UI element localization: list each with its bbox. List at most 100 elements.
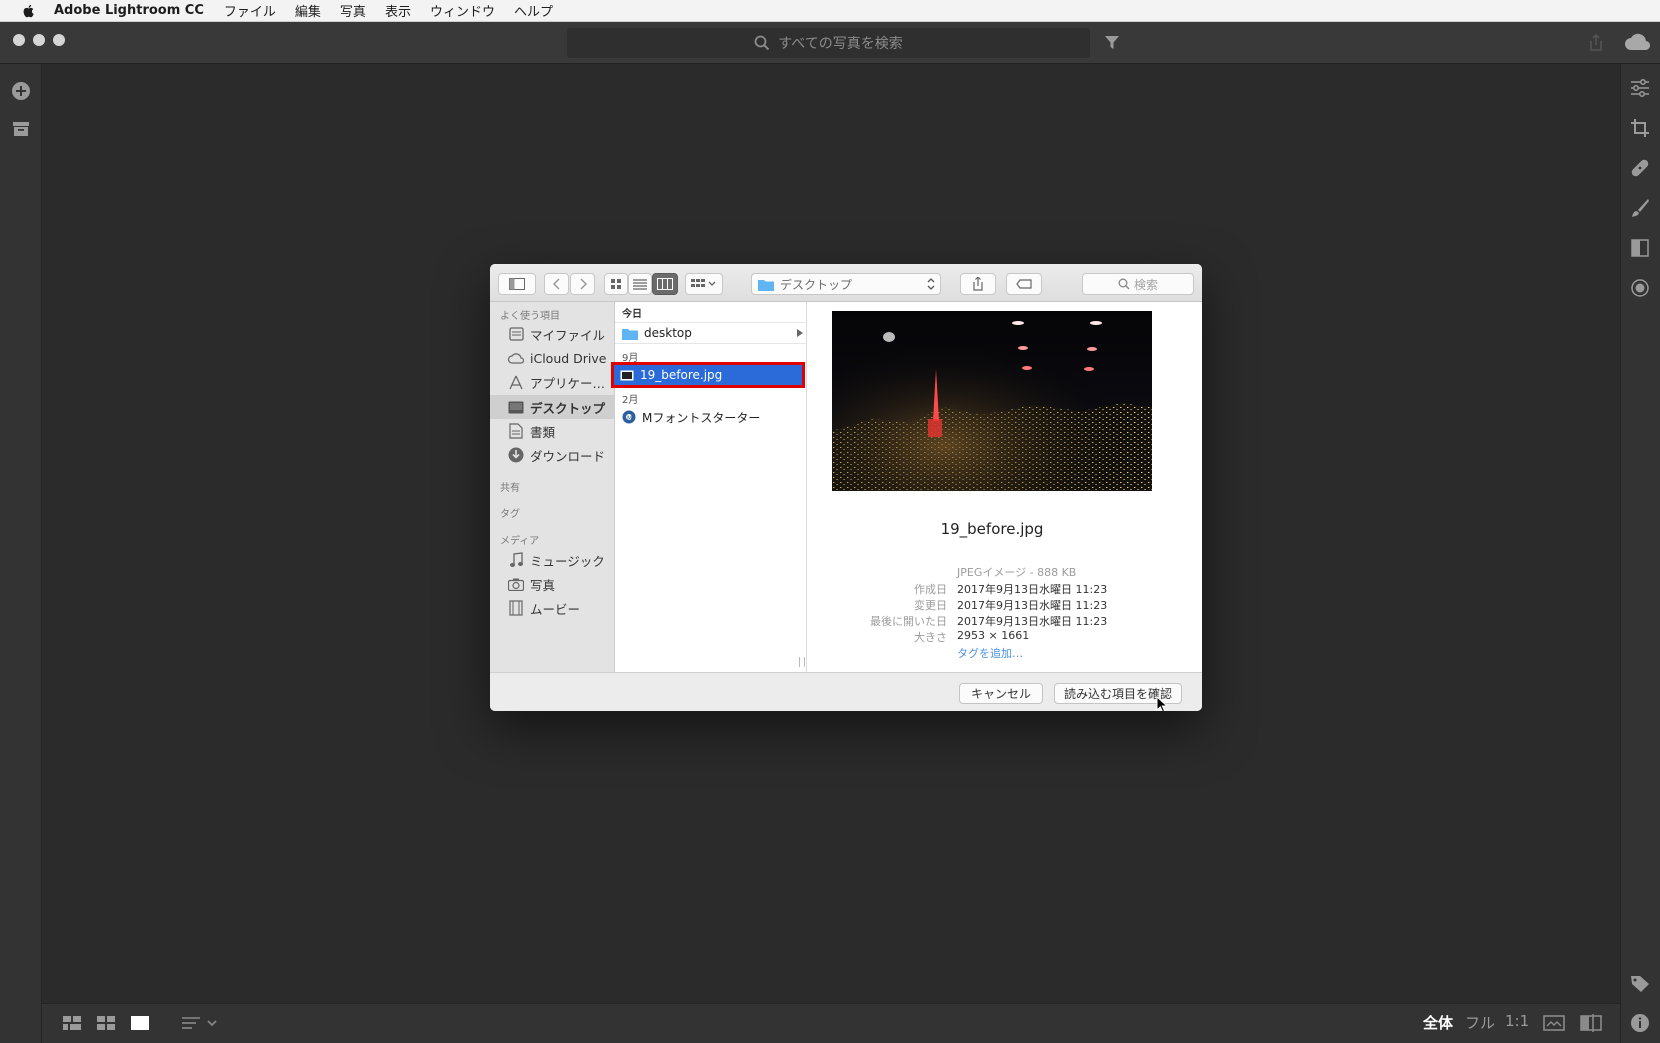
info-icon[interactable] xyxy=(1630,1013,1650,1033)
media-header: メディア xyxy=(500,536,540,547)
sidebar-item-label: ミュージック xyxy=(530,553,605,569)
add-photos-icon[interactable] xyxy=(11,81,31,101)
menu-file[interactable]: ファイル xyxy=(224,1,276,20)
sidebar-item-label: アプリケー… xyxy=(530,375,606,391)
grid-view-icon[interactable] xyxy=(96,1015,116,1031)
group-arrange-button[interactable] xyxy=(685,273,723,295)
file-name: 19_before.jpg xyxy=(640,368,723,382)
group-february-header: 2月 xyxy=(622,395,639,406)
square-grid-view-icon[interactable] xyxy=(62,1015,82,1031)
sidebar-item-label: ムービー xyxy=(530,601,581,617)
brush-icon[interactable] xyxy=(1630,198,1650,218)
view-fit-button[interactable]: 全体 xyxy=(1423,1012,1453,1033)
crop-icon[interactable] xyxy=(1630,118,1650,138)
list-view-button[interactable] xyxy=(628,273,652,295)
dialog-search-field[interactable]: 検索 xyxy=(1082,273,1194,295)
folder-name: desktop xyxy=(644,326,692,340)
svg-text:M: M xyxy=(627,415,632,422)
view-1to1-button[interactable]: 1:1 xyxy=(1505,1012,1529,1030)
camera-icon xyxy=(508,576,524,592)
last-opened-value: 2017年9月13日水曜日 11:23 xyxy=(957,615,1108,628)
music-icon xyxy=(508,552,524,568)
sidebar-item-label: マイファイル xyxy=(530,327,606,343)
photo-thumbnail xyxy=(832,311,1152,491)
minimize-window-button[interactable] xyxy=(33,34,45,46)
chevron-left-icon xyxy=(552,278,560,290)
add-tags-link[interactable]: タグを追加… xyxy=(957,645,1023,661)
share-button[interactable] xyxy=(960,273,996,295)
last-opened-label: 最後に開いた日 xyxy=(870,615,947,628)
icon-view-icon xyxy=(611,279,621,289)
icon-view-button[interactable] xyxy=(604,273,628,295)
arrange-icon xyxy=(691,279,716,287)
linear-gradient-icon[interactable] xyxy=(1630,238,1650,258)
shared-header: 共有 xyxy=(500,483,520,494)
zoom-window-button[interactable] xyxy=(53,34,65,46)
disclosure-arrow-icon xyxy=(797,329,803,337)
sidebar-item-label: 写真 xyxy=(530,577,556,593)
share-icon[interactable] xyxy=(1588,34,1604,52)
sidebar-item-photos[interactable]: 写真 xyxy=(490,572,615,596)
column-view-button[interactable] xyxy=(652,273,678,295)
menu-view[interactable]: 表示 xyxy=(385,1,411,20)
edit-sliders-icon[interactable] xyxy=(1630,79,1650,97)
sidebar-item-movies[interactable]: ムービー xyxy=(490,596,615,620)
sort-icon[interactable] xyxy=(181,1015,219,1031)
keyword-tag-icon[interactable] xyxy=(1630,975,1650,993)
image-file-icon xyxy=(620,370,634,380)
cancel-button[interactable]: キャンセル xyxy=(959,683,1043,704)
menu-window[interactable]: ウィンドウ xyxy=(430,1,495,20)
sidebar-item-icloud-drive[interactable]: iCloud Drive xyxy=(490,346,615,370)
filter-icon[interactable] xyxy=(1104,35,1120,50)
menu-edit[interactable]: 編集 xyxy=(295,1,321,20)
downloads-icon xyxy=(508,447,524,463)
all-files-icon xyxy=(508,326,524,342)
sidebar-item-downloads[interactable]: ダウンロード xyxy=(490,443,615,467)
view-fill-button[interactable]: フル xyxy=(1465,1012,1495,1033)
location-popup[interactable]: デスクトップ xyxy=(751,273,941,295)
list-item-app-file[interactable]: M Mフォントスターター xyxy=(615,406,807,428)
cloud-sync-icon[interactable] xyxy=(1624,33,1650,51)
column-resize-handle[interactable] xyxy=(799,657,805,667)
created-value: 2017年9月13日水曜日 11:23 xyxy=(957,583,1108,596)
list-item-selected-file[interactable]: 19_before.jpg xyxy=(611,362,805,388)
photo-search-field[interactable]: すべての写真を検索 xyxy=(567,28,1090,58)
file-open-dialog: デスクトップ 検索 よく使う項目 マイファイル iCloud Drive アプリ… xyxy=(490,264,1202,711)
group-september-header: 9月 xyxy=(622,353,639,364)
modified-label: 変更日 xyxy=(914,599,947,612)
sidebar-item-label: ダウンロード xyxy=(530,448,606,464)
tag-button[interactable] xyxy=(1006,273,1042,295)
chevron-right-icon xyxy=(579,278,587,290)
sidebar-item-my-files[interactable]: マイファイル xyxy=(490,322,615,346)
back-button[interactable] xyxy=(544,273,569,295)
mouse-cursor-icon xyxy=(1156,696,1167,711)
menu-help[interactable]: ヘルプ xyxy=(514,1,553,20)
sidebar-icon xyxy=(509,278,525,290)
sidebar-item-documents[interactable]: 書類 xyxy=(490,419,615,443)
search-placeholder: すべての写真を検索 xyxy=(778,36,903,52)
sidebar-item-desktop[interactable]: デスクトップ xyxy=(490,395,615,419)
dimensions-value: 2953 × 1661 xyxy=(957,629,1030,642)
sidebar-item-label: iCloud Drive xyxy=(530,350,607,366)
forward-button[interactable] xyxy=(570,273,595,295)
dimensions-label: 大きさ xyxy=(914,631,947,644)
radial-gradient-icon[interactable] xyxy=(1630,278,1650,298)
toggle-sidebar-button[interactable] xyxy=(498,273,536,295)
close-window-button[interactable] xyxy=(13,34,25,46)
dialog-toolbar: デスクトップ 検索 xyxy=(490,264,1202,302)
detail-view-icon[interactable] xyxy=(130,1015,150,1031)
apple-logo-icon[interactable] xyxy=(20,3,38,19)
app-menu[interactable]: Adobe Lightroom CC xyxy=(54,3,204,18)
before-after-icon[interactable] xyxy=(1580,1014,1602,1032)
tags-header: タグ xyxy=(500,509,520,520)
sidebar-item-music[interactable]: ミュージック xyxy=(490,548,615,572)
menu-photo[interactable]: 写真 xyxy=(340,1,366,20)
list-item-desktop-folder[interactable]: desktop xyxy=(615,322,807,344)
library-icon[interactable] xyxy=(12,121,30,137)
file-column: 今日 desktop 9月 19_before.jpg 2月 M Mフォントスタ… xyxy=(611,302,807,672)
compare-view-icon[interactable] xyxy=(1543,1015,1565,1031)
sidebar-item-applications[interactable]: アプリケー… xyxy=(490,370,615,394)
app-icon: M xyxy=(622,410,636,424)
healing-brush-icon[interactable] xyxy=(1630,158,1650,178)
share-icon xyxy=(973,277,983,291)
